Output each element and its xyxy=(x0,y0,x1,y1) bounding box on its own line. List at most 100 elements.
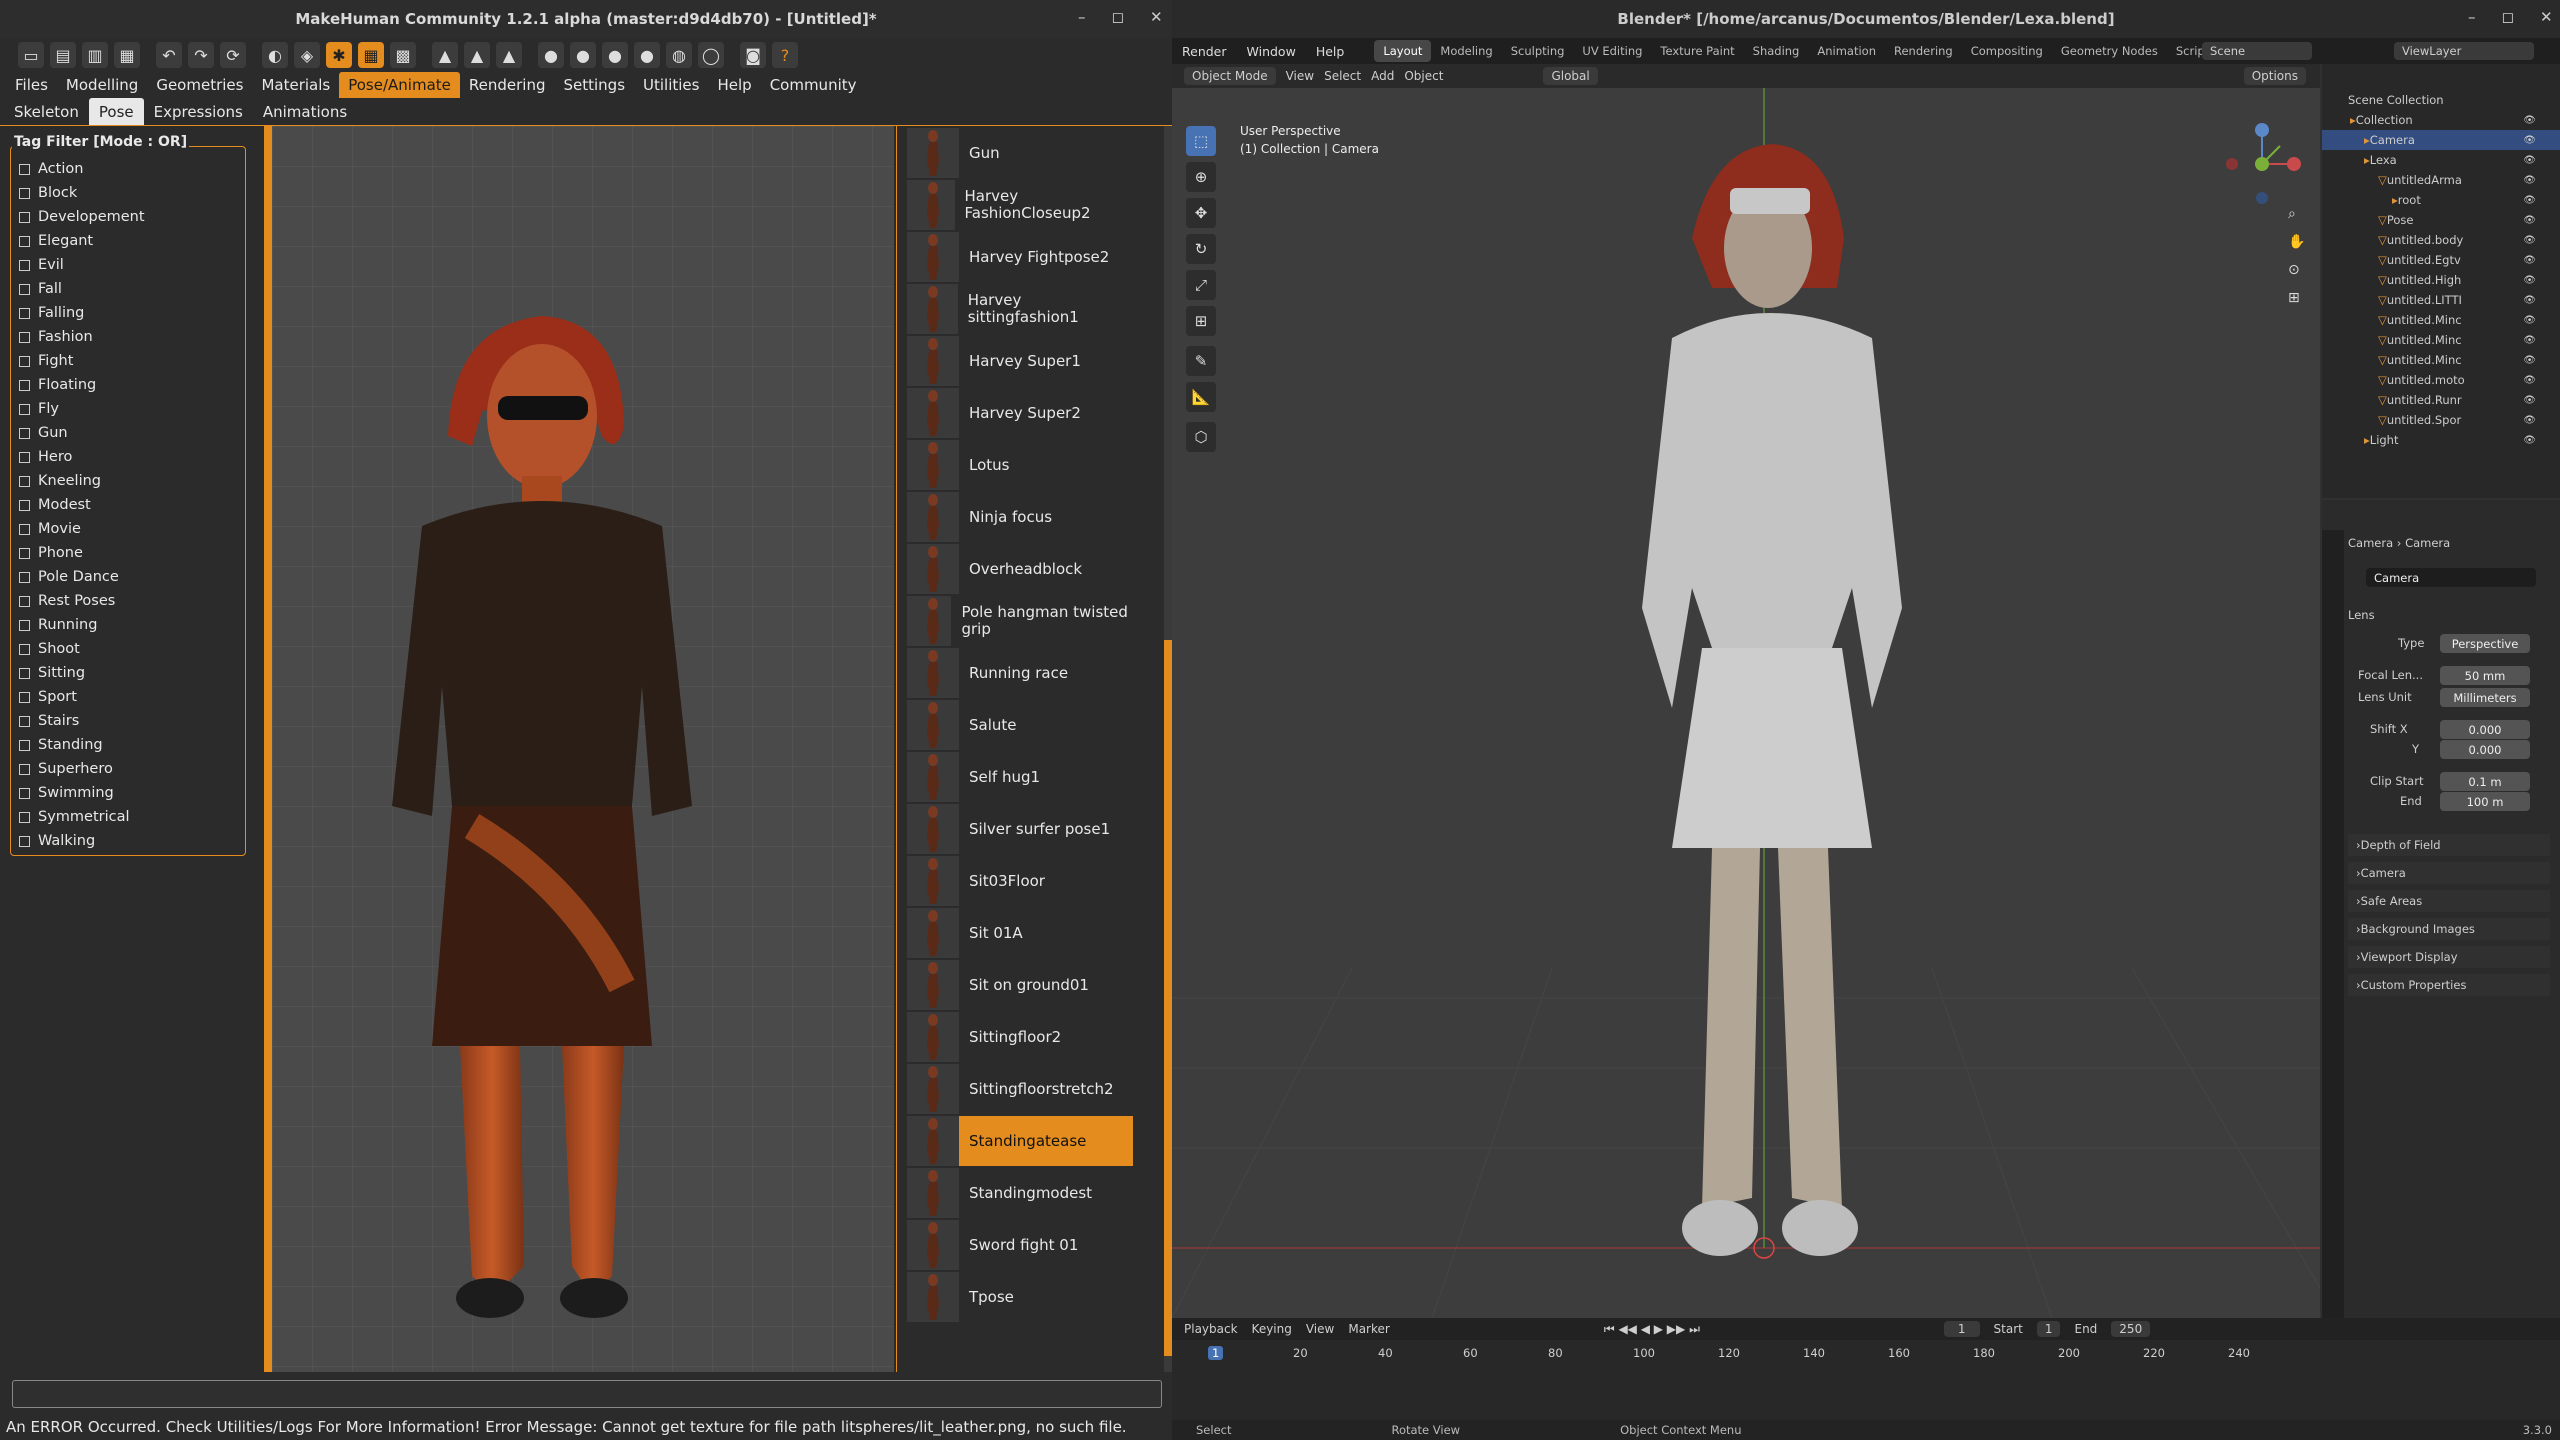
visibility-eye-icon[interactable]: 👁 xyxy=(2523,355,2536,366)
visibility-eye-icon[interactable]: 👁 xyxy=(2523,295,2536,306)
pose-list-item[interactable]: Harvey Super1 xyxy=(907,336,1133,386)
outliner-item[interactable]: ▸ Collection 👁 xyxy=(2322,110,2560,130)
timeline-menu-view[interactable]: View xyxy=(1306,1322,1334,1336)
current-frame-field[interactable]: 1 xyxy=(1943,1321,1980,1337)
tag-filter-item[interactable]: Fashion xyxy=(19,325,245,349)
visibility-eye-icon[interactable]: 👁 xyxy=(2523,135,2536,146)
tag-checkbox[interactable] xyxy=(19,547,30,559)
tab-community[interactable]: Community xyxy=(761,72,866,98)
pose-list-item[interactable]: Sittingfloor2 xyxy=(907,1012,1133,1062)
pose-list-item[interactable]: Running race xyxy=(907,648,1133,698)
help-icon[interactable]: ? xyxy=(772,42,798,68)
load-icon[interactable]: ▥ xyxy=(82,42,108,68)
shift-y-field[interactable]: 0.000 xyxy=(2440,740,2530,759)
outliner-item[interactable]: ▽ untitled.Minc 👁 xyxy=(2322,310,2560,330)
pose-list-item[interactable]: Self hug1 xyxy=(907,752,1133,802)
tag-filter-item[interactable]: Modest xyxy=(19,493,245,517)
pose-list-item[interactable]: Sit on ground01 xyxy=(907,960,1133,1010)
tag-filter-item[interactable]: Fly xyxy=(19,397,245,421)
tag-filter-item[interactable]: Running xyxy=(19,613,245,637)
menu-select[interactable]: Select xyxy=(1324,69,1361,83)
cursor-tool[interactable]: ⊕ xyxy=(1186,162,1216,192)
measure-tool[interactable]: 📐 xyxy=(1186,382,1216,412)
visibility-eye-icon[interactable]: 👁 xyxy=(2523,275,2536,286)
tag-checkbox[interactable] xyxy=(19,427,30,439)
tag-checkbox[interactable] xyxy=(19,667,30,679)
properties-panel-header[interactable]: › Safe Areas xyxy=(2348,890,2550,912)
pose-list-item[interactable]: Lotus xyxy=(907,440,1133,490)
right-view-icon[interactable]: ● xyxy=(570,42,596,68)
workspace-geometry-nodes[interactable]: Geometry Nodes xyxy=(2052,40,2167,62)
navigation-gizmo[interactable] xyxy=(2222,118,2302,208)
tag-filter-item[interactable]: Pole Dance xyxy=(19,565,245,589)
menu-help[interactable]: Help xyxy=(1306,44,1355,59)
tab-animations[interactable]: Animations xyxy=(253,98,357,125)
tag-filter-item[interactable]: Walking xyxy=(19,829,245,853)
properties-panel-header[interactable]: › Depth of Field xyxy=(2348,834,2550,856)
undo-icon[interactable]: ↶ xyxy=(156,42,182,68)
type-dropdown[interactable]: Perspective xyxy=(2440,634,2530,653)
tag-filter-item[interactable]: Gun xyxy=(19,421,245,445)
tag-checkbox[interactable] xyxy=(19,163,30,175)
timeline-menu-playback[interactable]: Playback xyxy=(1184,1322,1238,1336)
menu-render[interactable]: Render xyxy=(1172,44,1237,59)
tab-geometries[interactable]: Geometries xyxy=(147,72,252,98)
menu-window[interactable]: Window xyxy=(1237,44,1306,59)
tag-checkbox[interactable] xyxy=(19,475,30,487)
options-dropdown[interactable]: Options xyxy=(2243,67,2306,85)
outliner-root[interactable]: Scene Collection xyxy=(2322,90,2560,110)
visibility-eye-icon[interactable]: 👁 xyxy=(2523,315,2536,326)
maximize-button[interactable]: ◻ xyxy=(1112,8,1124,26)
tag-checkbox[interactable] xyxy=(19,811,30,823)
tab-help[interactable]: Help xyxy=(708,72,760,98)
pose-list-item[interactable]: Silver surfer pose1 xyxy=(907,804,1133,854)
pose-list-scroll-thumb[interactable] xyxy=(1164,640,1172,1356)
properties-panel-header[interactable]: › Viewport Display xyxy=(2348,946,2550,968)
pose-list-item[interactable]: Harvey Super2 xyxy=(907,388,1133,438)
save-icon[interactable]: ▤ xyxy=(50,42,76,68)
pose-list-item[interactable]: Standingatease xyxy=(907,1116,1133,1166)
smooth-icon[interactable]: ◐ xyxy=(262,42,288,68)
shift-x-field[interactable]: 0.000 xyxy=(2440,720,2530,739)
visibility-eye-icon[interactable]: 👁 xyxy=(2523,195,2536,206)
properties-panel-header[interactable]: › Custom Properties xyxy=(2348,974,2550,996)
playback-controls[interactable]: ⏮ ◀◀ ◀ ▶ ▶▶ ⏭ xyxy=(1604,1322,1700,1337)
3d-viewport[interactable]: User Perspective (1) Collection | Camera… xyxy=(1172,88,2320,1318)
workspace-shading[interactable]: Shading xyxy=(1744,40,1809,62)
reset-camera-icon[interactable]: ◍ xyxy=(666,42,692,68)
tab-pose-animate[interactable]: Pose/Animate xyxy=(339,72,460,98)
lens-unit-dropdown[interactable]: Millimeters xyxy=(2440,688,2530,707)
back-view-icon[interactable]: ▲ xyxy=(464,42,490,68)
tag-checkbox[interactable] xyxy=(19,331,30,343)
pose-list-item[interactable]: Salute xyxy=(907,700,1133,750)
close-button[interactable]: ✕ xyxy=(1150,8,1163,26)
outliner-item[interactable]: ▽ untitled.Minc 👁 xyxy=(2322,350,2560,370)
tab-expressions[interactable]: Expressions xyxy=(144,98,253,125)
visibility-eye-icon[interactable]: 👁 xyxy=(2523,375,2536,386)
tag-filter-item[interactable]: Sitting xyxy=(19,661,245,685)
transform-orientation[interactable]: Global xyxy=(1543,67,1598,85)
focal-length-field[interactable]: 50 mm xyxy=(2440,666,2530,685)
tab-rendering[interactable]: Rendering xyxy=(460,72,555,98)
tag-checkbox[interactable] xyxy=(19,307,30,319)
pose-list-item[interactable]: Overheadblock xyxy=(907,544,1133,594)
pose-list-item[interactable]: Harvey sittingfashion1 xyxy=(907,284,1133,334)
tag-checkbox[interactable] xyxy=(19,379,30,391)
tag-checkbox[interactable] xyxy=(19,739,30,751)
tag-filter-item[interactable]: Phone xyxy=(19,541,245,565)
start-frame-field[interactable]: 1 xyxy=(2036,1321,2061,1337)
checker-icon[interactable]: ▩ xyxy=(390,42,416,68)
pose-list-item[interactable]: Sword fight 01 xyxy=(907,1220,1133,1270)
visibility-eye-icon[interactable]: 👁 xyxy=(2523,395,2536,406)
scene-selector[interactable]: Scene xyxy=(2202,42,2312,60)
export-icon[interactable]: ▦ xyxy=(114,42,140,68)
tag-filter-item[interactable]: Superhero xyxy=(19,757,245,781)
front-view-icon[interactable]: ▲ xyxy=(432,42,458,68)
workspace-modeling[interactable]: Modeling xyxy=(1431,40,1501,62)
properties-panel-header[interactable]: › Background Images xyxy=(2348,918,2550,940)
properties-tabs[interactable] xyxy=(2322,530,2344,1318)
global-camera-icon[interactable]: ◯ xyxy=(698,42,724,68)
clip-end-field[interactable]: 100 m xyxy=(2440,792,2530,811)
menu-object[interactable]: Object xyxy=(1404,69,1443,83)
tag-checkbox[interactable] xyxy=(19,595,30,607)
